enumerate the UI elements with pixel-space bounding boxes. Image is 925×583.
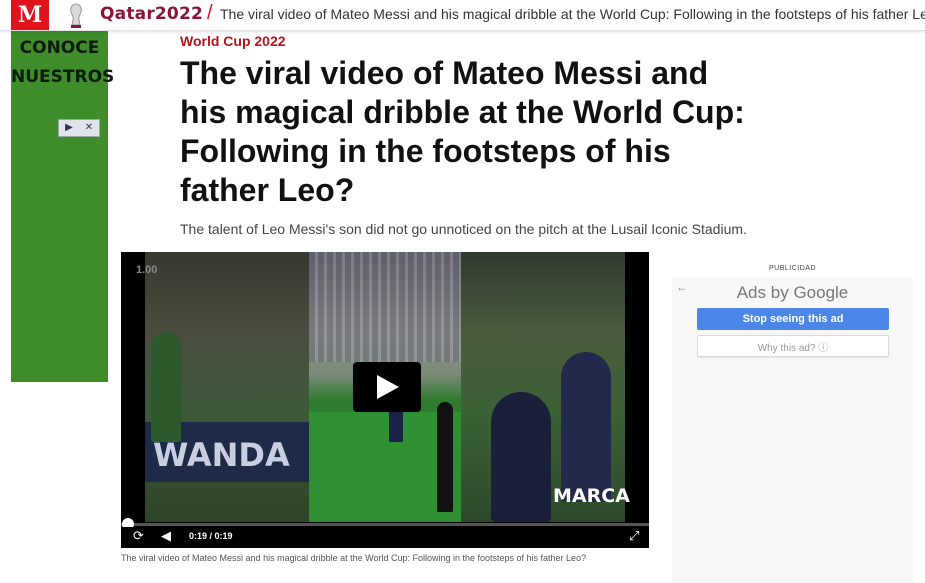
play-button[interactable] bbox=[353, 362, 421, 412]
ad-text-line1: CONOCE bbox=[19, 38, 100, 58]
time-display: 0:19 / 0:19 bbox=[189, 531, 233, 541]
breadcrumb-title[interactable]: The viral video of Mateo Messi and his m… bbox=[220, 6, 925, 22]
article-headline: The viral video of Mateo Messi and his m… bbox=[180, 55, 745, 208]
left-banner-ad[interactable]: CONOCE NUESTROS ▶ ✕ bbox=[11, 30, 115, 382]
ad-text: CONOCE NUESTROS bbox=[11, 34, 115, 92]
player-figure bbox=[491, 392, 551, 522]
article-subtitle: The talent of Leo Messi's son did not go… bbox=[180, 221, 747, 237]
stands bbox=[309, 252, 461, 362]
playback-rate: 1.00 bbox=[136, 264, 158, 276]
ads-by-google: Ads by Google bbox=[672, 283, 913, 303]
marca-logo[interactable]: M bbox=[11, 0, 49, 30]
top-bar: M Qatar2022 / The viral video of Mateo M… bbox=[0, 0, 925, 31]
ad-play-icon[interactable]: ▶ bbox=[59, 120, 79, 136]
qatar-2022-link[interactable]: Qatar2022 bbox=[100, 4, 203, 24]
section-link[interactable]: World Cup 2022 bbox=[180, 33, 286, 49]
video-player[interactable]: WANDA 1.00 MARCA ⟳ ◀ 0:19 / 0:19 ⤢ bbox=[121, 252, 649, 548]
ad-close-icon[interactable]: ✕ bbox=[79, 120, 99, 136]
ads-by-text: Ads by bbox=[736, 283, 789, 302]
fullscreen-icon[interactable]: ⤢ bbox=[629, 528, 639, 544]
blurred-player bbox=[151, 332, 181, 442]
progress-track[interactable] bbox=[121, 523, 649, 526]
volume-icon[interactable]: ◀ bbox=[161, 528, 171, 544]
ad-choices: ▶ ✕ bbox=[58, 119, 100, 137]
ad-text-line2: NUESTROS bbox=[11, 67, 115, 87]
marca-tv-watermark: MARCA bbox=[553, 485, 630, 507]
video-controls: ⟳ ◀ 0:19 / 0:19 ⤢ bbox=[121, 527, 649, 548]
stop-seeing-ad-button[interactable]: Stop seeing this ad bbox=[697, 308, 889, 330]
ad-label: PUBLICIDAD bbox=[769, 265, 817, 272]
video-caption: The viral video of Mateo Messi and his m… bbox=[121, 553, 587, 563]
google-text: Google bbox=[793, 283, 849, 302]
why-this-ad-button[interactable]: Why this ad? ⓘ bbox=[697, 335, 889, 357]
video-frame-left: WANDA bbox=[145, 252, 309, 522]
world-cup-trophy-icon bbox=[70, 3, 82, 28]
video-frame-right bbox=[461, 252, 625, 522]
player-figure bbox=[437, 402, 453, 512]
breadcrumb-separator: / bbox=[207, 2, 213, 24]
replay-icon[interactable]: ⟳ bbox=[133, 528, 144, 544]
player-figure bbox=[561, 352, 611, 502]
google-ad-panel: ← Ads by Google Stop seeing this ad Why … bbox=[672, 278, 913, 583]
